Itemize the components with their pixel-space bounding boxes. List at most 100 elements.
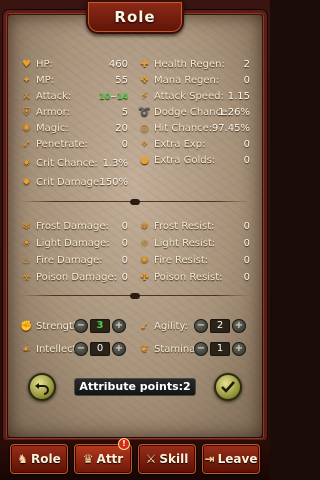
stat-value: 0 — [121, 220, 128, 232]
tab-label: Leave — [217, 452, 258, 466]
stat-fire-damage: ♨ Fire Damage: 0 — [20, 252, 128, 268]
stat-light-damage: ☀ Light Damage: 0 — [20, 235, 128, 251]
stamina-plus-button[interactable]: + — [232, 342, 246, 356]
dodge-icon: ➰ — [138, 106, 151, 118]
stat-label: Health Regen: — [154, 58, 225, 70]
stat-label: Fire Resist: — [154, 254, 209, 266]
stat-label: Fire Damage: — [36, 254, 103, 266]
stat-extra-golds: ● Extra Golds: 0 — [138, 152, 250, 168]
agility-icon: ➹ — [140, 320, 149, 332]
title-plate: Role — [86, 0, 184, 34]
stat-value: 0 — [243, 271, 250, 283]
stat-mp: ✦ MP: 55 — [20, 72, 128, 88]
stat-label: MP: — [36, 74, 55, 86]
stat-value: 97.45% — [211, 122, 250, 134]
reset-button[interactable] — [28, 373, 56, 401]
frost-icon: ❄ — [22, 220, 31, 232]
stat-penetrate: ➶ Penetrate: 0 — [20, 136, 128, 152]
leave-icon: ⇥ — [204, 452, 215, 466]
notification-badge: ! — [118, 438, 130, 450]
stat-label: Frost Resist: — [154, 220, 215, 232]
stat-value: 5 — [121, 106, 128, 118]
stat-label: Armor: — [36, 106, 70, 118]
stat-value: 0 — [243, 138, 250, 150]
agility-minus-button[interactable]: − — [194, 319, 208, 333]
stat-value: 20 — [115, 122, 128, 134]
stat-attack-speed: ⚡ Attack Speed: 1.15 — [138, 88, 250, 104]
stat-value: 460 — [108, 58, 128, 70]
stat-label: Light Damage: — [36, 237, 110, 249]
hit-icon: ◎ — [140, 122, 149, 134]
stat-poison-damage: ☣ Poison Damage: 0 — [20, 269, 128, 285]
stat-value: 1.15 — [227, 90, 250, 102]
stat-value: 0 — [121, 138, 128, 150]
stat-label: Penetrate: — [36, 138, 88, 150]
page-title: Role — [114, 8, 156, 26]
stat-fire-resist: ✺ Fire Resist: 0 — [138, 252, 250, 268]
stat-label: Poison Resist: — [154, 271, 223, 283]
stat-label: Mana Regen: — [154, 74, 220, 86]
mana-regen-icon: ❖ — [140, 74, 149, 86]
strength-plus-button[interactable]: + — [112, 319, 126, 333]
stamina-minus-button[interactable]: − — [194, 342, 208, 356]
shield-icon: ⛨ — [22, 106, 31, 118]
stat-value: 55 — [115, 74, 128, 86]
stat-value: 0 — [243, 154, 250, 166]
tab-label: Role — [31, 452, 61, 466]
intellect-minus-button[interactable]: − — [74, 342, 88, 356]
poison-resist-icon: ✤ — [140, 271, 149, 283]
stat-value: 0 — [243, 237, 250, 249]
stat-value: 1.26% — [218, 106, 250, 118]
stat-label: Extra Golds: — [154, 154, 216, 166]
intellect-plus-button[interactable]: + — [112, 342, 126, 356]
stat-dodge: ➰ Dodge Chance: 1.26% — [138, 104, 250, 120]
stat-value: 1.3% — [102, 157, 128, 169]
stat-hp: ♥ HP: 460 — [20, 56, 128, 72]
crit-icon: ✷ — [22, 157, 31, 169]
stat-value: 0 — [121, 271, 128, 283]
stat-value: 2 — [243, 58, 250, 70]
stat-crit-damage: ✹ Crit Damage: 150% — [20, 174, 128, 190]
intellect-icon: ☙ — [22, 343, 31, 355]
undo-icon — [35, 383, 49, 395]
section-divider — [20, 199, 250, 205]
strength-minus-button[interactable]: − — [74, 319, 88, 333]
stat-armor: ⛨ Armor: 5 — [20, 104, 128, 120]
stat-label: Poison Damage: — [36, 271, 117, 283]
skill-icon: ⚔ — [145, 452, 157, 466]
stat-value: 0 — [243, 220, 250, 232]
checkmark-icon — [221, 381, 235, 393]
stat-label: Extra Exp: — [154, 138, 206, 150]
stat-hit: ◎ Hit Chance: 97.45% — [138, 120, 250, 136]
stat-extra-exp: ✧ Extra Exp: 0 — [138, 136, 250, 152]
tab-role[interactable]: ♞ Role — [10, 444, 68, 474]
stat-light-resist: ☼ Light Resist: 0 — [138, 235, 250, 251]
poison-icon: ☣ — [22, 271, 31, 283]
stamina-value: 1 — [210, 342, 230, 356]
attribute-points: Attribute points:2 — [74, 378, 196, 396]
attr-label: Agility: — [154, 320, 189, 332]
attr-icon: ♛ — [82, 452, 94, 466]
attack-speed-icon: ⚡ — [140, 90, 149, 102]
section-divider — [20, 293, 250, 299]
heart-icon: ♥ — [22, 58, 31, 70]
tab-skill[interactable]: ⚔ Skill — [138, 444, 196, 474]
stat-value: 0 — [121, 237, 128, 249]
stat-label: Attack: — [36, 90, 72, 102]
stamina-icon: ❦ — [140, 343, 149, 355]
attr-label: Stamina: — [154, 343, 199, 355]
stat-poison-resist: ✤ Poison Resist: 0 — [138, 269, 250, 285]
agility-plus-button[interactable]: + — [232, 319, 246, 333]
sword-icon: ⚔ — [22, 90, 31, 102]
mana-icon: ✦ — [22, 74, 31, 86]
stat-label: HP: — [36, 58, 53, 70]
fire-resist-icon: ✺ — [140, 254, 149, 266]
attack-value: 10~14 — [99, 92, 128, 101]
stat-label: Frost Damage: — [36, 220, 109, 232]
tab-leave[interactable]: ⇥ Leave — [202, 444, 260, 474]
stat-label: Magic: — [36, 122, 69, 134]
stat-value: 0 — [121, 254, 128, 266]
confirm-button[interactable] — [214, 373, 242, 401]
stat-label: Light Resist: — [154, 237, 216, 249]
stat-value: 150% — [99, 176, 128, 188]
